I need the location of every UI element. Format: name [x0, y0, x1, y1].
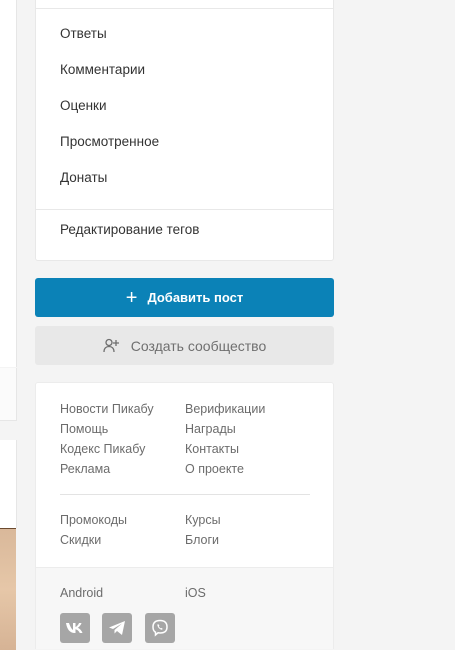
create-community-label: Создать сообщество — [130, 337, 267, 354]
add-community-icon — [103, 338, 121, 354]
footer-link-news[interactable]: Новости Пикабу — [60, 402, 154, 416]
left-content-panel — [0, 0, 17, 367]
left-post-card — [0, 440, 17, 528]
footer-links: Новости Пикабу Помощь Кодекс Пикабу Рекл… — [35, 382, 334, 649]
menu-item-answers[interactable]: Ответы — [60, 26, 107, 41]
add-post-label: Добавить пост — [147, 290, 244, 305]
footer-link-ads[interactable]: Реклама — [60, 462, 110, 476]
footer-link-android[interactable]: Android — [60, 586, 103, 600]
footer-link-code[interactable]: Кодекс Пикабу — [60, 442, 145, 456]
telegram-icon[interactable] — [102, 613, 132, 643]
add-post-button[interactable]: + Добавить пост — [35, 278, 334, 317]
footer-link-ios[interactable]: iOS — [185, 586, 206, 600]
footer-link-contacts[interactable]: Контакты — [185, 442, 239, 456]
menu-item-edit-tags[interactable]: Редактирование тегов — [60, 222, 199, 237]
footer-link-help[interactable]: Помощь — [60, 422, 108, 436]
footer-link-discounts[interactable]: Скидки — [60, 533, 101, 547]
footer-link-verification[interactable]: Верификации — [185, 402, 265, 416]
create-community-button[interactable]: Создать сообщество — [35, 326, 334, 365]
plus-icon: + — [125, 286, 138, 309]
footer-link-blogs[interactable]: Блоги — [185, 533, 219, 547]
footer-link-courses[interactable]: Курсы — [185, 513, 221, 527]
menu-item-donations[interactable]: Донаты — [60, 170, 107, 185]
menu-item-comments[interactable]: Комментарии — [60, 62, 145, 77]
viber-icon[interactable] — [145, 613, 175, 643]
left-post-image — [0, 528, 16, 650]
footer-link-about[interactable]: О проекте — [185, 462, 244, 476]
footer-link-awards[interactable]: Награды — [185, 422, 236, 436]
menu-item-viewed[interactable]: Просмотренное — [60, 134, 159, 149]
menu-item-ratings[interactable]: Оценки — [60, 98, 107, 113]
left-content-panel-secondary — [0, 368, 17, 421]
footer-link-promocodes[interactable]: Промокоды — [60, 513, 127, 527]
vk-icon[interactable] — [60, 613, 90, 643]
profile-menu: Ответы Комментарии Оценки Просмотренное … — [35, 0, 334, 261]
